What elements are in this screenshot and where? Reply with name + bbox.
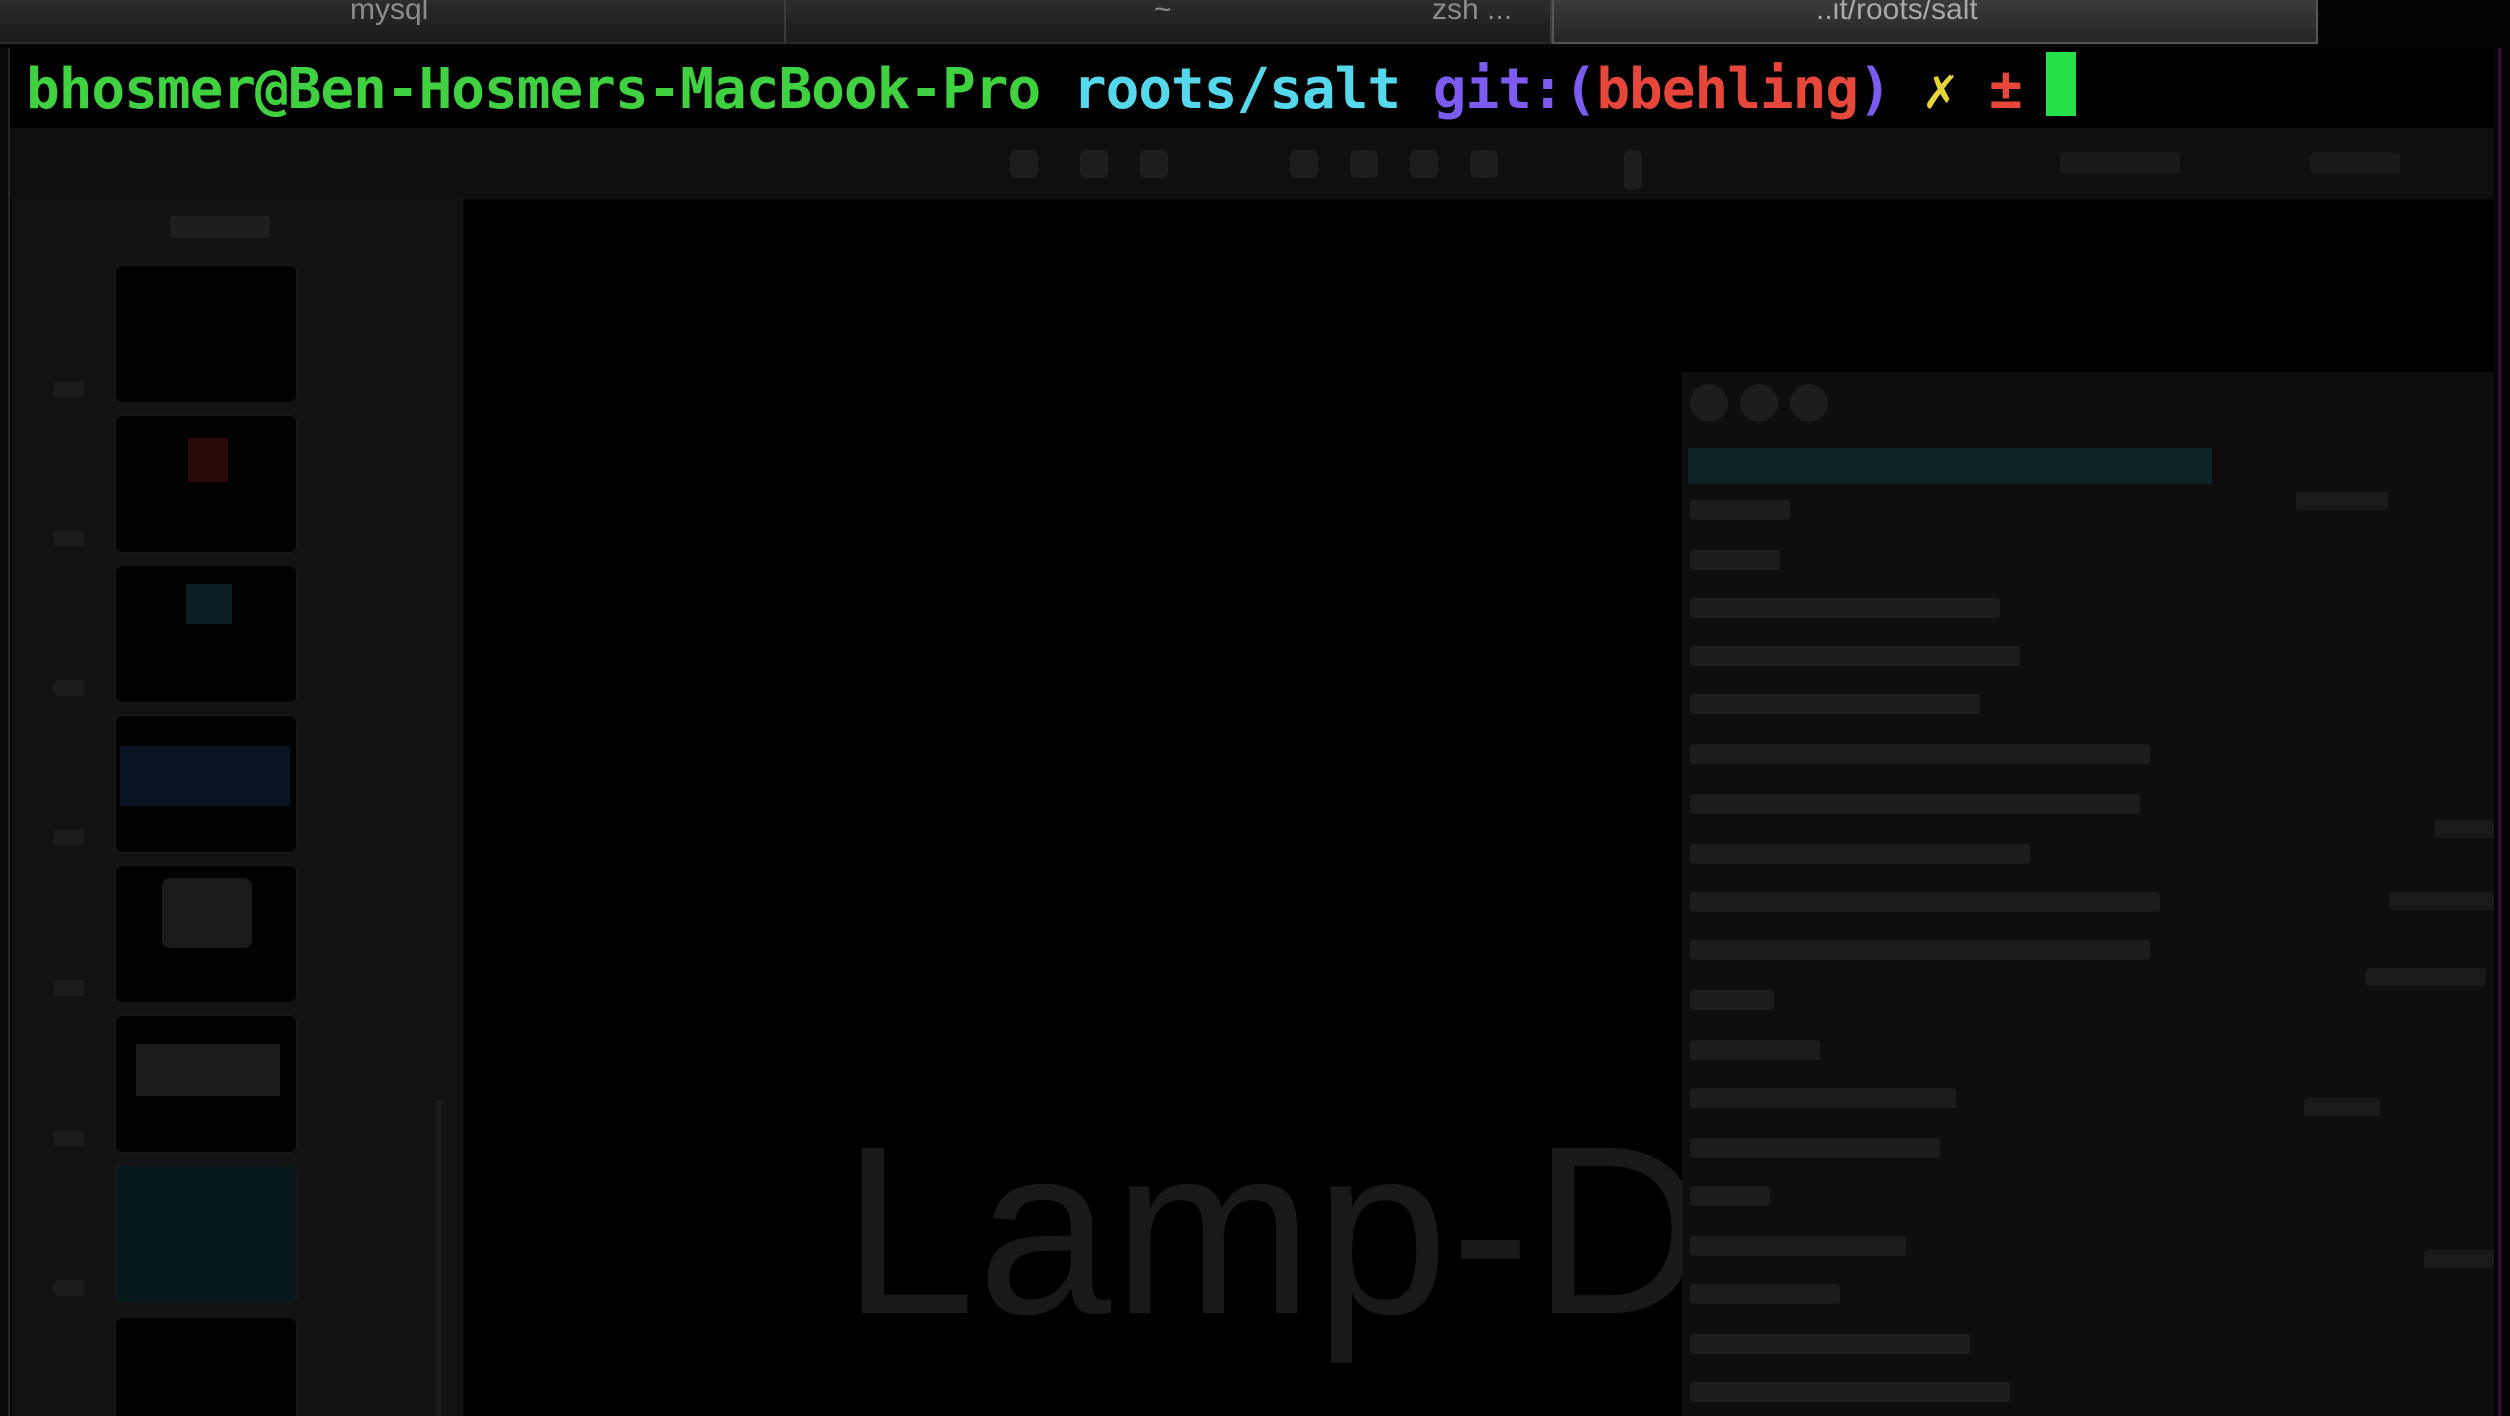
toolbar-label xyxy=(2060,152,2180,174)
toolbar-icon xyxy=(1350,150,1378,178)
tab-label: ..it/roots/salt xyxy=(1816,0,1978,26)
toolbar-icon xyxy=(1410,150,1438,178)
slides-scrollbar[interactable] xyxy=(436,1100,442,1416)
minimize-icon[interactable] xyxy=(1740,384,1778,422)
slide-number xyxy=(54,382,84,398)
dialog-row[interactable] xyxy=(1690,1088,1956,1108)
slide-number xyxy=(54,980,84,996)
slide-number xyxy=(54,680,84,696)
toolbar-icon xyxy=(1290,150,1318,178)
prompt-path: roots/salt xyxy=(1072,57,1401,122)
dialog-label xyxy=(2304,1098,2380,1116)
dialog-label xyxy=(2424,1250,2494,1268)
dialog-row[interactable] xyxy=(1690,1236,1906,1256)
slide-thumbnail[interactable] xyxy=(116,1318,296,1416)
toolbar-label xyxy=(2310,152,2400,174)
prompt-git-branch: bbehling xyxy=(1596,57,1859,122)
dialog-row[interactable] xyxy=(1690,694,1980,714)
prompt-user-host: bhosmer@Ben-Hosmers-MacBook-Pro xyxy=(26,57,1041,122)
dialog-row[interactable] xyxy=(1690,940,2150,960)
close-icon[interactable] xyxy=(1690,384,1728,422)
dialog-row[interactable] xyxy=(1690,1040,1820,1060)
dialog-row[interactable] xyxy=(1690,844,2030,864)
dialog-row[interactable] xyxy=(1690,1284,1840,1304)
dialog-selected-row[interactable] xyxy=(1688,448,2212,484)
dialog-row[interactable] xyxy=(1690,1138,1940,1158)
window-edge-line xyxy=(2498,40,2501,1416)
slide-number xyxy=(54,530,84,546)
tab-roots-salt[interactable]: ..it/roots/salt xyxy=(1552,0,2318,44)
slide-thumbnail[interactable] xyxy=(116,566,296,702)
slide-thumbnail[interactable] xyxy=(116,1016,296,1152)
dialog-row[interactable] xyxy=(1690,1382,2010,1402)
shell-prompt[interactable]: bhosmer@Ben-Hosmers-MacBook-Pro roots/sa… xyxy=(26,52,2076,126)
zoom-icon[interactable] xyxy=(1790,384,1828,422)
dialog-row[interactable] xyxy=(1690,892,2160,912)
toolbar-icon xyxy=(1624,150,1642,190)
dialog-row[interactable] xyxy=(1690,744,2150,764)
dialog-label xyxy=(2366,968,2486,986)
dialog-row[interactable] xyxy=(1690,598,2000,618)
tab-label: mysql xyxy=(350,0,429,26)
tab-label: ~ xyxy=(1154,0,1172,26)
tab-mysql[interactable]: mysql xyxy=(0,0,786,44)
dialog-row[interactable] xyxy=(1690,1334,1970,1354)
dialog-label xyxy=(2434,820,2494,838)
slide-thumbnail[interactable] xyxy=(116,266,296,402)
dialog-row[interactable] xyxy=(1690,990,1774,1010)
text-cursor xyxy=(2045,52,2076,116)
prompt-dirty-icon: ✗ xyxy=(1923,57,1958,122)
dialog-row[interactable] xyxy=(1690,500,1790,520)
slide-thumbnail[interactable] xyxy=(116,1166,296,1302)
tab-bar: mysql ~ zsh ... ..it/roots/salt xyxy=(0,0,2510,48)
prompt-git-suffix: ) xyxy=(1858,57,1892,122)
tab-home[interactable]: ~ zsh ... xyxy=(786,0,1552,44)
dialog-label xyxy=(2390,892,2494,910)
toolbar-icon xyxy=(1010,150,1038,178)
dialog-label xyxy=(2296,492,2388,510)
window-right-border xyxy=(2494,48,2510,1416)
toolbar-icon xyxy=(1470,150,1498,178)
slide-number xyxy=(54,1280,84,1296)
toolbar-icon xyxy=(1080,150,1108,178)
window-left-border xyxy=(0,48,10,1416)
slide-thumbnail[interactable] xyxy=(116,716,296,852)
dialog-row[interactable] xyxy=(1690,646,2020,666)
prompt-git-prefix: git:( xyxy=(1432,57,1598,122)
slide-number xyxy=(54,1130,84,1146)
slide-thumbnail[interactable] xyxy=(116,416,296,552)
terminal-window: Lamp-D mysql ~ zsh ... ..it/roots/salt b… xyxy=(0,0,2510,1416)
tab-label: zsh ... xyxy=(1432,0,1513,26)
dialog-row[interactable] xyxy=(1690,794,2140,814)
dialog-row[interactable] xyxy=(1690,1186,1770,1206)
toolbar-icon xyxy=(1140,150,1168,178)
dialog-row[interactable] xyxy=(1690,550,1780,570)
dialog-traffic-lights xyxy=(1690,384,1840,426)
prompt-status-icon: ± xyxy=(1988,57,2023,122)
slide-thumbnail[interactable] xyxy=(116,866,296,1002)
slides-panel-header xyxy=(170,216,270,238)
slide-number xyxy=(54,830,84,846)
slide-title-text: Lamp-D xyxy=(842,1096,1708,1364)
